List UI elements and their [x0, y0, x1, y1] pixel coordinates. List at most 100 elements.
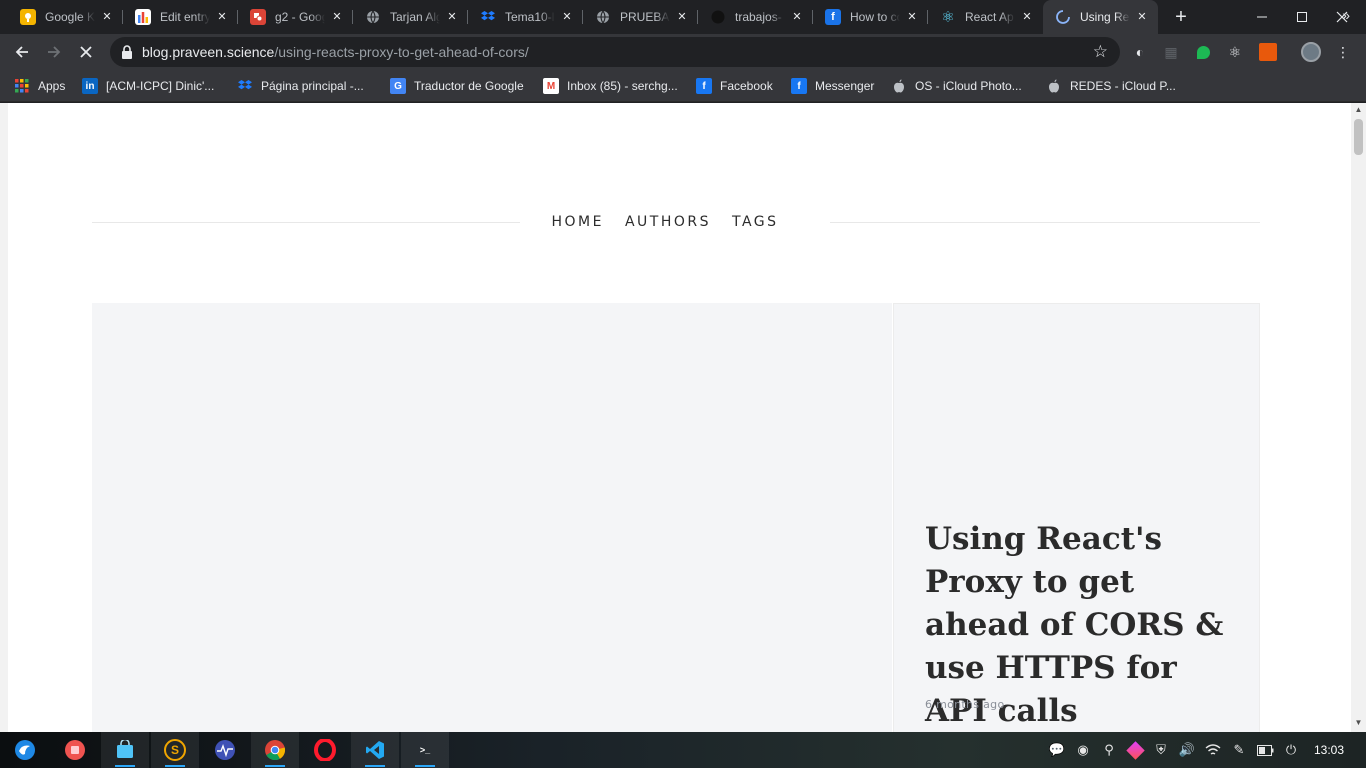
volume-icon[interactable]: 🔊 — [1178, 741, 1196, 759]
bookmark-item[interactable]: G Traductor de Google — [390, 77, 524, 95]
tab-close-icon[interactable]: ✕ — [99, 9, 115, 25]
extension-grid-icon[interactable]: ▦ — [1161, 42, 1181, 62]
bookmark-label: Página principal -... — [261, 79, 364, 93]
extension-puzzle-icon[interactable]: ◐ — [1130, 42, 1150, 62]
game-controller-icon[interactable]: ◉ — [1074, 741, 1092, 759]
taskbar-open-indicator — [115, 765, 135, 767]
tab-close-icon[interactable]: ✕ — [1134, 9, 1150, 25]
bookmark-item[interactable]: M Inbox (85) - serchg... — [543, 77, 678, 95]
bookmark-item[interactable]: OS - iCloud Photo... — [891, 77, 1022, 95]
url-text: blog.praveen.science/using-reacts-proxy-… — [142, 44, 529, 60]
bar-chart-icon — [135, 9, 151, 25]
tab-title: Tema10-l — [505, 10, 555, 24]
nav-divider-left — [92, 222, 520, 223]
taskbar-clock[interactable]: 13:03 — [1314, 743, 1344, 757]
scroll-down-arrow-icon[interactable]: ▼ — [1351, 718, 1366, 730]
tab-close-icon[interactable]: ✕ — [329, 9, 345, 25]
browser-tab[interactable]: PRUEBA ✕ — [583, 0, 698, 34]
nav-authors-link[interactable]: AUTHORS — [625, 214, 711, 230]
taskbar-app[interactable] — [1, 732, 49, 768]
post-card[interactable]: Using React's Proxy to get ahead of CORS… — [893, 303, 1260, 732]
bookmark-label: Traductor de Google — [414, 79, 524, 93]
extension-green-leaf-icon[interactable] — [1193, 42, 1213, 62]
terminal-icon: >_ — [419, 745, 431, 755]
apple-icon — [891, 78, 907, 94]
usb-icon[interactable]: ⚲ — [1100, 741, 1118, 759]
tab-close-icon[interactable]: ✕ — [1019, 9, 1035, 25]
profile-avatar[interactable] — [1301, 42, 1321, 62]
address-bar[interactable]: blog.praveen.science/using-reacts-proxy-… — [110, 37, 1120, 67]
scroll-thumb[interactable] — [1354, 119, 1363, 155]
tab-title: React Ap — [965, 10, 1014, 24]
power-icon[interactable]: ⏻ — [1282, 741, 1300, 759]
page-gutter — [0, 103, 8, 732]
bookmark-item[interactable]: f Messenger — [791, 77, 874, 95]
close-icon — [80, 46, 92, 58]
react-icon: ⚛ — [941, 9, 955, 26]
react-devtools-icon[interactable]: ⚛ — [1225, 42, 1245, 62]
bookmark-item[interactable]: f Facebook — [696, 77, 773, 95]
taskbar-app[interactable] — [301, 732, 349, 768]
tab-close-icon[interactable]: ✕ — [674, 9, 690, 25]
taskbar-open-indicator — [165, 765, 185, 767]
browser-tab[interactable]: ⚛ React Ap ✕ — [928, 0, 1043, 34]
browser-tab[interactable]: trabajos- ✕ — [698, 0, 813, 34]
taskbar-app[interactable] — [51, 732, 99, 768]
bookmark-item[interactable]: Página principal -... — [237, 77, 364, 95]
taskbar-app[interactable] — [101, 732, 149, 768]
bookmark-item[interactable]: Apps — [14, 77, 65, 95]
minimize-window-button[interactable] — [1242, 0, 1282, 34]
browser-tab[interactable]: Tarjan Alg ✕ — [353, 0, 468, 34]
tab-title: Edit entry — [160, 10, 210, 24]
tab-title: g2 - Goog — [275, 10, 325, 24]
back-button[interactable] — [8, 38, 36, 66]
bookmarks-overflow-chevron-icon[interactable]: » — [1342, 7, 1350, 23]
tab-close-icon[interactable]: ✕ — [559, 9, 575, 25]
forward-button[interactable] — [40, 38, 68, 66]
post-feature-image[interactable] — [92, 303, 892, 732]
google-translate-icon: G — [390, 78, 406, 94]
bookmark-item[interactable]: REDES - iCloud P... — [1046, 77, 1176, 95]
apps-grid-icon — [14, 78, 30, 94]
gmail-icon: M — [543, 78, 559, 94]
wifi-icon[interactable] — [1204, 741, 1222, 759]
taskbar-app[interactable] — [251, 732, 299, 768]
taskbar-app[interactable]: S — [151, 732, 199, 768]
url-path: /using-reacts-proxy-to-get-ahead-of-cors… — [274, 44, 529, 60]
color-cube-icon[interactable] — [1125, 740, 1145, 760]
browser-tab[interactable]: g2 - Goog ✕ — [238, 0, 353, 34]
battery-icon[interactable] — [1256, 741, 1274, 759]
stop-loading-button[interactable] — [72, 38, 100, 66]
tab-title: trabajos- — [735, 10, 782, 24]
taskbar-open-indicator — [365, 765, 385, 767]
nav-home-link[interactable]: HOME — [551, 214, 603, 230]
chat-bubble-icon[interactable]: 💬 — [1048, 741, 1066, 759]
bookmark-label: OS - iCloud Photo... — [915, 79, 1022, 93]
bookmark-star-icon[interactable]: ☆ — [1093, 42, 1108, 62]
extension-off-badge-icon[interactable] — [1258, 42, 1278, 62]
page-scrollbar[interactable]: ▲ ▼ — [1351, 103, 1366, 732]
maximize-window-button[interactable] — [1282, 0, 1322, 34]
tab-close-icon[interactable]: ✕ — [904, 9, 920, 25]
browser-tab[interactable]: Using Re ✕ — [1043, 0, 1158, 34]
sublime-s-icon: S — [164, 739, 186, 761]
browser-tab[interactable]: Google K ✕ — [8, 0, 123, 34]
shield-icon[interactable]: ⛨ — [1152, 741, 1170, 759]
nav-tags-link[interactable]: TAGS — [732, 214, 779, 230]
taskbar-app[interactable]: >_ — [401, 732, 449, 768]
bookmark-label: Messenger — [815, 79, 875, 93]
taskbar-app[interactable] — [351, 732, 399, 768]
scroll-up-arrow-icon[interactable]: ▲ — [1351, 105, 1366, 117]
bookmark-label: REDES - iCloud P... — [1070, 79, 1176, 93]
pen-icon[interactable]: ✎ — [1230, 741, 1248, 759]
new-tab-button[interactable]: + — [1170, 6, 1192, 28]
browser-tab[interactable]: Tema10-l ✕ — [468, 0, 583, 34]
bookmark-item[interactable]: in [ACM-ICPC] Dinic'... — [82, 77, 214, 95]
taskbar-app[interactable] — [201, 732, 249, 768]
menu-kebab-icon[interactable]: ⋮ — [1333, 42, 1353, 62]
browser-tab[interactable]: Edit entry ✕ — [123, 0, 238, 34]
browser-tab[interactable]: f How to co ✕ — [813, 0, 928, 34]
tab-close-icon[interactable]: ✕ — [214, 9, 230, 25]
tab-close-icon[interactable]: ✕ — [444, 9, 460, 25]
tab-close-icon[interactable]: ✕ — [789, 9, 805, 25]
